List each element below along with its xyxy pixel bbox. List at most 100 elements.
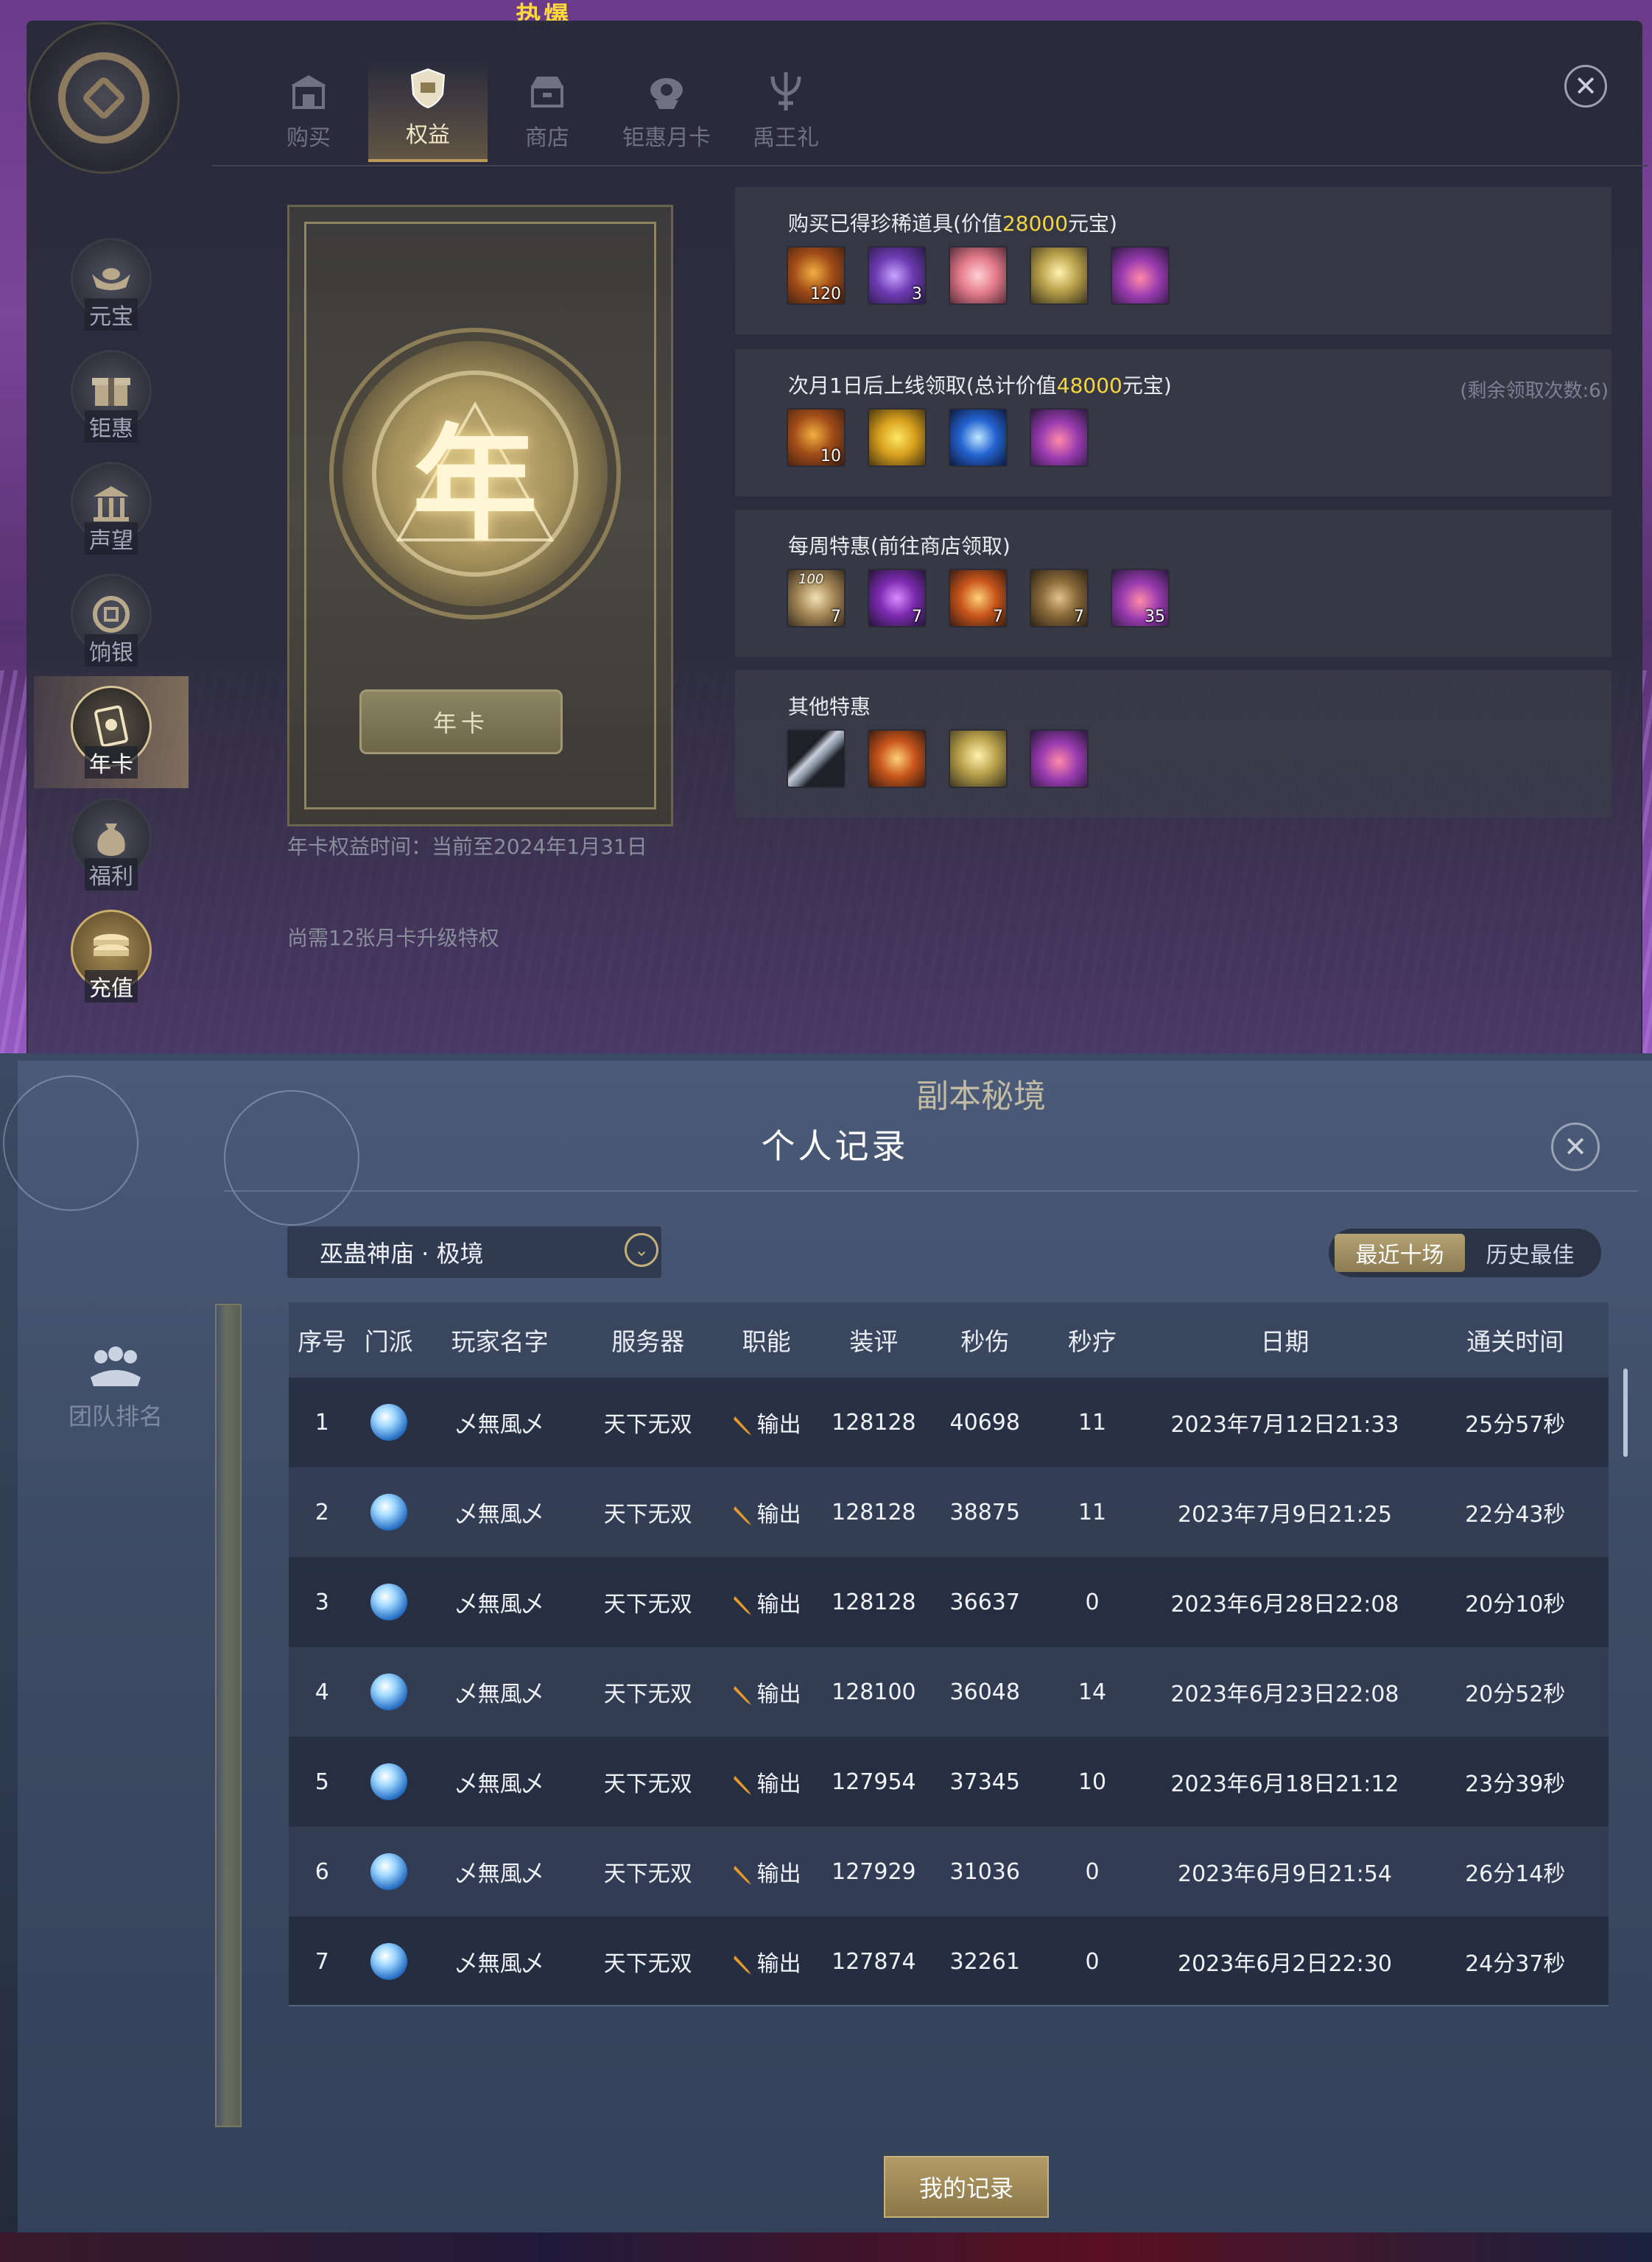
tab-label: 购买 [287,125,331,151]
close-button[interactable]: ✕ [1551,1123,1600,1171]
benefits-window: 购买 权益 商店 钜惠月卡 禹王礼 ✕ 元宝 钜惠 声望 饷银 年卡 福利 充值… [27,21,1648,1053]
sect-cell [355,1737,422,1827]
sidebar-item-label: 年卡 [85,746,138,779]
monthly-card-icon [643,68,690,115]
amber-talisman-icon[interactable] [868,729,927,788]
dungeon-select-value: 巫蛊神庙 · 极境 [320,1240,484,1268]
sidebar-item-salary[interactable]: 饷银 [34,564,189,676]
blue-crystal-icon[interactable] [949,408,1008,467]
table-bottom-divider [289,2005,1609,2006]
tab-monthly-card[interactable]: 钜惠月卡 [607,59,726,162]
close-button[interactable]: ✕ [1564,65,1607,108]
player-name: 乄無風乄 [422,1557,578,1647]
table-scrollbar[interactable] [1623,1369,1628,1457]
sect-orb-icon [370,1943,407,1980]
sidebar-item-label: 福利 [85,858,138,891]
role-cell: 输出 [718,1647,815,1737]
row-number: 2 [289,1467,356,1557]
gear-score: 127954 [814,1737,933,1827]
upgrade-note-text: 尚需12张月卡升级特权 [287,926,499,950]
sidebar-item-label: 钜惠 [85,410,138,443]
row-number: 7 [289,1917,356,2006]
dagger-icon [733,1416,751,1436]
tab-yuwang-gift[interactable]: 禹王礼 [726,59,846,162]
close-icon: ✕ [1574,70,1597,102]
dps-value: 32261 [932,1917,1037,2006]
dps-value: 36048 [932,1647,1037,1737]
sun-medal-icon[interactable]: 10 [787,408,846,467]
clear-time: 24分37秒 [1421,1917,1609,2006]
record-table: 序号 门派 玩家名字 服务器 职能 装评 秒伤 秒疗 日期 通关时间 1 乄無風乄… [289,1302,1609,2006]
record-date: 2023年7月12日21:33 [1147,1377,1422,1467]
tab-label: 钜惠月卡 [622,125,711,151]
row-number: 4 [289,1647,356,1737]
clear-time: 26分14秒 [1421,1827,1609,1917]
gold-horse-icon[interactable] [1030,246,1089,305]
purple-potion-icon[interactable]: 7 [868,569,927,628]
sidebar-item-label: 充值 [85,970,138,1002]
side-nav: 元宝 钜惠 声望 饷银 年卡 福利 充值 [34,228,189,1012]
sidebar-item-yuanbao[interactable]: 元宝 [34,228,189,340]
tab-purchase[interactable]: 购买 [249,59,368,162]
dagger-icon [733,1595,751,1615]
table-row: 5 乄無風乄 天下无双 输出 127954 37345 10 2023年6月18日21:12 2… [289,1737,1609,1827]
sidebar-item-juhui[interactable]: 钜惠 [34,340,189,452]
amber-jar-icon[interactable]: 7 [949,569,1008,628]
sect-orb-icon [370,1494,407,1531]
record-date: 2023年6月9日21:54 [1147,1827,1422,1917]
my-record-button[interactable]: 我的记录 [884,2156,1049,2218]
pink-orb-icon[interactable]: 35 [1111,569,1170,628]
record-date: 2023年6月2日22:30 [1147,1917,1422,2006]
tab-benefits[interactable]: 权益 [368,59,488,162]
gold-ingot-icon[interactable] [868,408,927,467]
gear-score: 128100 [814,1647,933,1737]
lucky-bag-icon[interactable] [1030,408,1089,467]
lucky-bag-icon[interactable] [1030,729,1089,788]
record-date: 2023年6月18日21:12 [1147,1737,1422,1827]
role-cell: 输出 [718,1467,815,1557]
benefit-weekly-offer: 每周特惠(前往商店领取) 100 7 7 7 7 35 [735,510,1611,657]
tab-history-best[interactable]: 历史最佳 [1465,1234,1595,1272]
side-rail-decoration [215,1304,242,2127]
annual-card-frame: 年 年卡 [287,205,673,826]
sidebar-item-team-ranking[interactable]: 团队排名 [53,1341,178,1432]
annual-card-panel: 热爆 购买 权益 商店 钜惠月卡 禹王礼 ✕ 元宝 钜惠 声望 饷银 年卡 福利… [0,0,1652,1053]
gold-horse-icon[interactable] [949,729,1008,788]
gear-score: 128128 [814,1557,933,1647]
server-name: 天下无双 [577,1647,719,1737]
lucky-bag-icon[interactable] [1111,246,1170,305]
record-date: 2023年7月9日21:25 [1147,1467,1422,1557]
role-label: 输出 [756,1771,801,1797]
annual-medal-emblem: 年 [334,332,616,615]
parchment-icon[interactable]: 7 [1030,569,1089,628]
sidebar-item-annual-card[interactable]: 年卡 [34,676,189,788]
benefit-title: 购买已得珍稀道具(价值28000元宝) [788,211,1117,236]
tab-shop[interactable]: 商店 [488,59,607,162]
sidebar-item-welfare[interactable]: 福利 [34,788,189,900]
tab-recent-ten[interactable]: 最近十场 [1335,1234,1465,1272]
role-label: 输出 [756,1682,801,1707]
sidebar-item-label: 声望 [85,522,138,555]
dungeon-select[interactable]: 巫蛊神庙 · 极境 ⌄ [287,1226,661,1278]
server-name: 天下无双 [577,1827,719,1917]
record-date: 2023年6月28日22:08 [1147,1557,1422,1647]
column-header: 服务器 [577,1302,719,1377]
sidebar-item-recharge[interactable]: 充值 [34,900,189,1012]
sidebar-item-reputation[interactable]: 声望 [34,452,189,564]
blade-icon[interactable] [787,729,846,788]
pink-lantern-icon[interactable] [949,246,1008,305]
sun-medal-icon[interactable]: 120 [787,246,846,305]
card-validity-text: 年卡权益时间：当前至2024年1月31日 [287,835,647,859]
personal-record-window: 副本秘境 个人记录 ✕ 团队排名 巫蛊神庙 · 极境 ⌄ 最近十场 历史最佳 序… [3,1061,1652,2239]
annual-card-button[interactable]: 年卡 [359,689,563,754]
gear-score: 128128 [814,1377,933,1467]
hps-value: 0 [1036,1917,1148,2006]
table-row: 7 乄無風乄 天下无双 输出 127874 32261 0 2023年6月2日22:30 24分… [289,1917,1609,2006]
scroll-icon[interactable]: 100 7 [787,569,846,628]
dagger-icon [733,1955,751,1975]
treasure-chest-icon[interactable]: 3 [868,246,927,305]
personal-record-panel: 副本秘境 个人记录 ✕ 团队排名 巫蛊神庙 · 极境 ⌄ 最近十场 历史最佳 序… [0,1053,1652,2262]
clear-time: 20分10秒 [1421,1557,1609,1647]
hps-value: 0 [1036,1557,1148,1647]
row-number: 5 [289,1737,356,1827]
